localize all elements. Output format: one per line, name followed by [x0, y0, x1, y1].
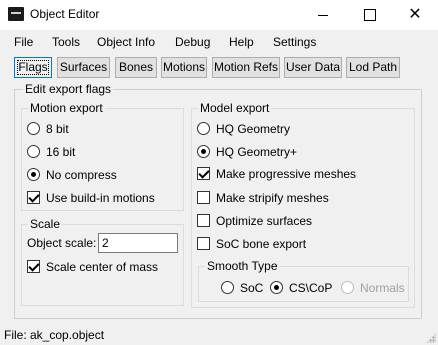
check-soc-bone-export[interactable]: SoC bone export: [197, 237, 397, 251]
tab-motions[interactable]: Motions: [161, 57, 207, 78]
menu-tools[interactable]: Tools: [52, 35, 80, 49]
model-export-title: Model export: [198, 101, 272, 115]
radio-no-compress-label: No compress: [46, 168, 117, 182]
window-title: Object Editor: [30, 7, 100, 21]
radio-16bit-circle[interactable]: [27, 145, 40, 158]
radio-8bit-circle[interactable]: [27, 122, 40, 135]
tab-motion-refs[interactable]: Motion Refs: [212, 57, 280, 78]
radio-16bit-label: 16 bit: [46, 145, 76, 159]
check-make-progressive-meshes-box[interactable]: [197, 167, 210, 180]
tab-lod-path[interactable]: Lod Path: [346, 57, 400, 78]
scale-title: Scale: [28, 217, 63, 231]
radio-hq-geometry-label: HQ Geometry: [216, 122, 291, 136]
check-soc-bone-export-box[interactable]: [197, 237, 210, 250]
menu-bar: File Tools Object Info Debug Help Settin…: [0, 32, 438, 52]
app-icon: [8, 7, 24, 21]
radio-hq-geometry-plus-label: HQ Geometry+: [216, 145, 298, 159]
check-scale-center-of-mass-box[interactable]: [27, 260, 40, 273]
check-use-build-in-motions-box[interactable]: [27, 191, 40, 204]
radio-smooth-soc[interactable]: SoC: [221, 281, 271, 295]
title-bar: Object Editor ✕: [0, 0, 438, 30]
minimize-button[interactable]: [300, 0, 346, 30]
menu-settings[interactable]: Settings: [273, 35, 316, 49]
radio-smooth-cscop-label: CS\CoP: [289, 281, 333, 295]
close-button[interactable]: ✕: [392, 0, 438, 30]
check-make-stripify-meshes-box[interactable]: [197, 191, 210, 204]
check-optimize-surfaces-box[interactable]: [197, 214, 210, 227]
check-make-progressive-meshes[interactable]: Make progressive meshes: [197, 167, 397, 181]
tab-surfaces[interactable]: Surfaces: [57, 57, 110, 78]
radio-hq-geometry-plus[interactable]: HQ Geometry+: [197, 145, 397, 159]
check-soc-bone-export-label: SoC bone export: [216, 237, 307, 251]
menu-object-info[interactable]: Object Info: [97, 35, 155, 49]
radio-no-compress[interactable]: No compress: [27, 168, 177, 182]
export-flags-title: Edit export flags: [23, 82, 114, 96]
check-make-stripify-meshes-label: Make stripify meshes: [216, 191, 329, 205]
resize-grip-icon[interactable]: [426, 333, 436, 343]
radio-8bit-label: 8 bit: [46, 122, 69, 136]
status-bar: File: ak_cop.object: [0, 324, 438, 345]
tab-bones[interactable]: Bones: [115, 57, 157, 78]
check-use-build-in-motions[interactable]: Use build-in motions: [27, 191, 177, 205]
smooth-type-title: Smooth Type: [205, 259, 280, 273]
radio-hq-geometry-circle[interactable]: [197, 122, 210, 135]
radio-no-compress-circle[interactable]: [27, 168, 40, 181]
check-optimize-surfaces-label: Optimize surfaces: [216, 214, 313, 228]
motion-export-title: Motion export: [28, 101, 105, 115]
object-scale-input[interactable]: 2: [98, 233, 178, 253]
radio-hq-geometry-plus-circle[interactable]: [197, 145, 210, 158]
status-file-text: File: ak_cop.object: [4, 328, 105, 342]
radio-smooth-cscop-circle[interactable]: [270, 281, 283, 294]
radio-smooth-cscop[interactable]: CS\CoP: [270, 281, 340, 295]
menu-help[interactable]: Help: [229, 35, 254, 49]
radio-8bit[interactable]: 8 bit: [27, 122, 177, 136]
radio-hq-geometry[interactable]: HQ Geometry: [197, 122, 397, 136]
radio-16bit[interactable]: 16 bit: [27, 145, 177, 159]
maximize-button[interactable]: [346, 0, 392, 30]
radio-smooth-normals: Normals: [341, 281, 405, 295]
radio-smooth-soc-label: SoC: [240, 281, 264, 295]
check-use-build-in-motions-label: Use build-in motions: [46, 191, 155, 205]
menu-file[interactable]: File: [14, 35, 33, 49]
radio-smooth-normals-label: Normals: [360, 281, 405, 295]
tab-flags[interactable]: Flags: [14, 57, 52, 78]
radio-smooth-normals-circle: [341, 281, 354, 294]
menu-debug[interactable]: Debug: [175, 35, 210, 49]
check-make-stripify-meshes[interactable]: Make stripify meshes: [197, 191, 397, 205]
check-scale-center-of-mass-label: Scale center of mass: [46, 260, 159, 274]
radio-smooth-soc-circle[interactable]: [221, 281, 234, 294]
check-scale-center-of-mass[interactable]: Scale center of mass: [27, 260, 177, 274]
check-make-progressive-meshes-label: Make progressive meshes: [216, 167, 357, 181]
tab-user-data[interactable]: User Data: [284, 57, 342, 78]
check-optimize-surfaces[interactable]: Optimize surfaces: [197, 214, 397, 228]
object-scale-label: Object scale:: [27, 236, 97, 250]
